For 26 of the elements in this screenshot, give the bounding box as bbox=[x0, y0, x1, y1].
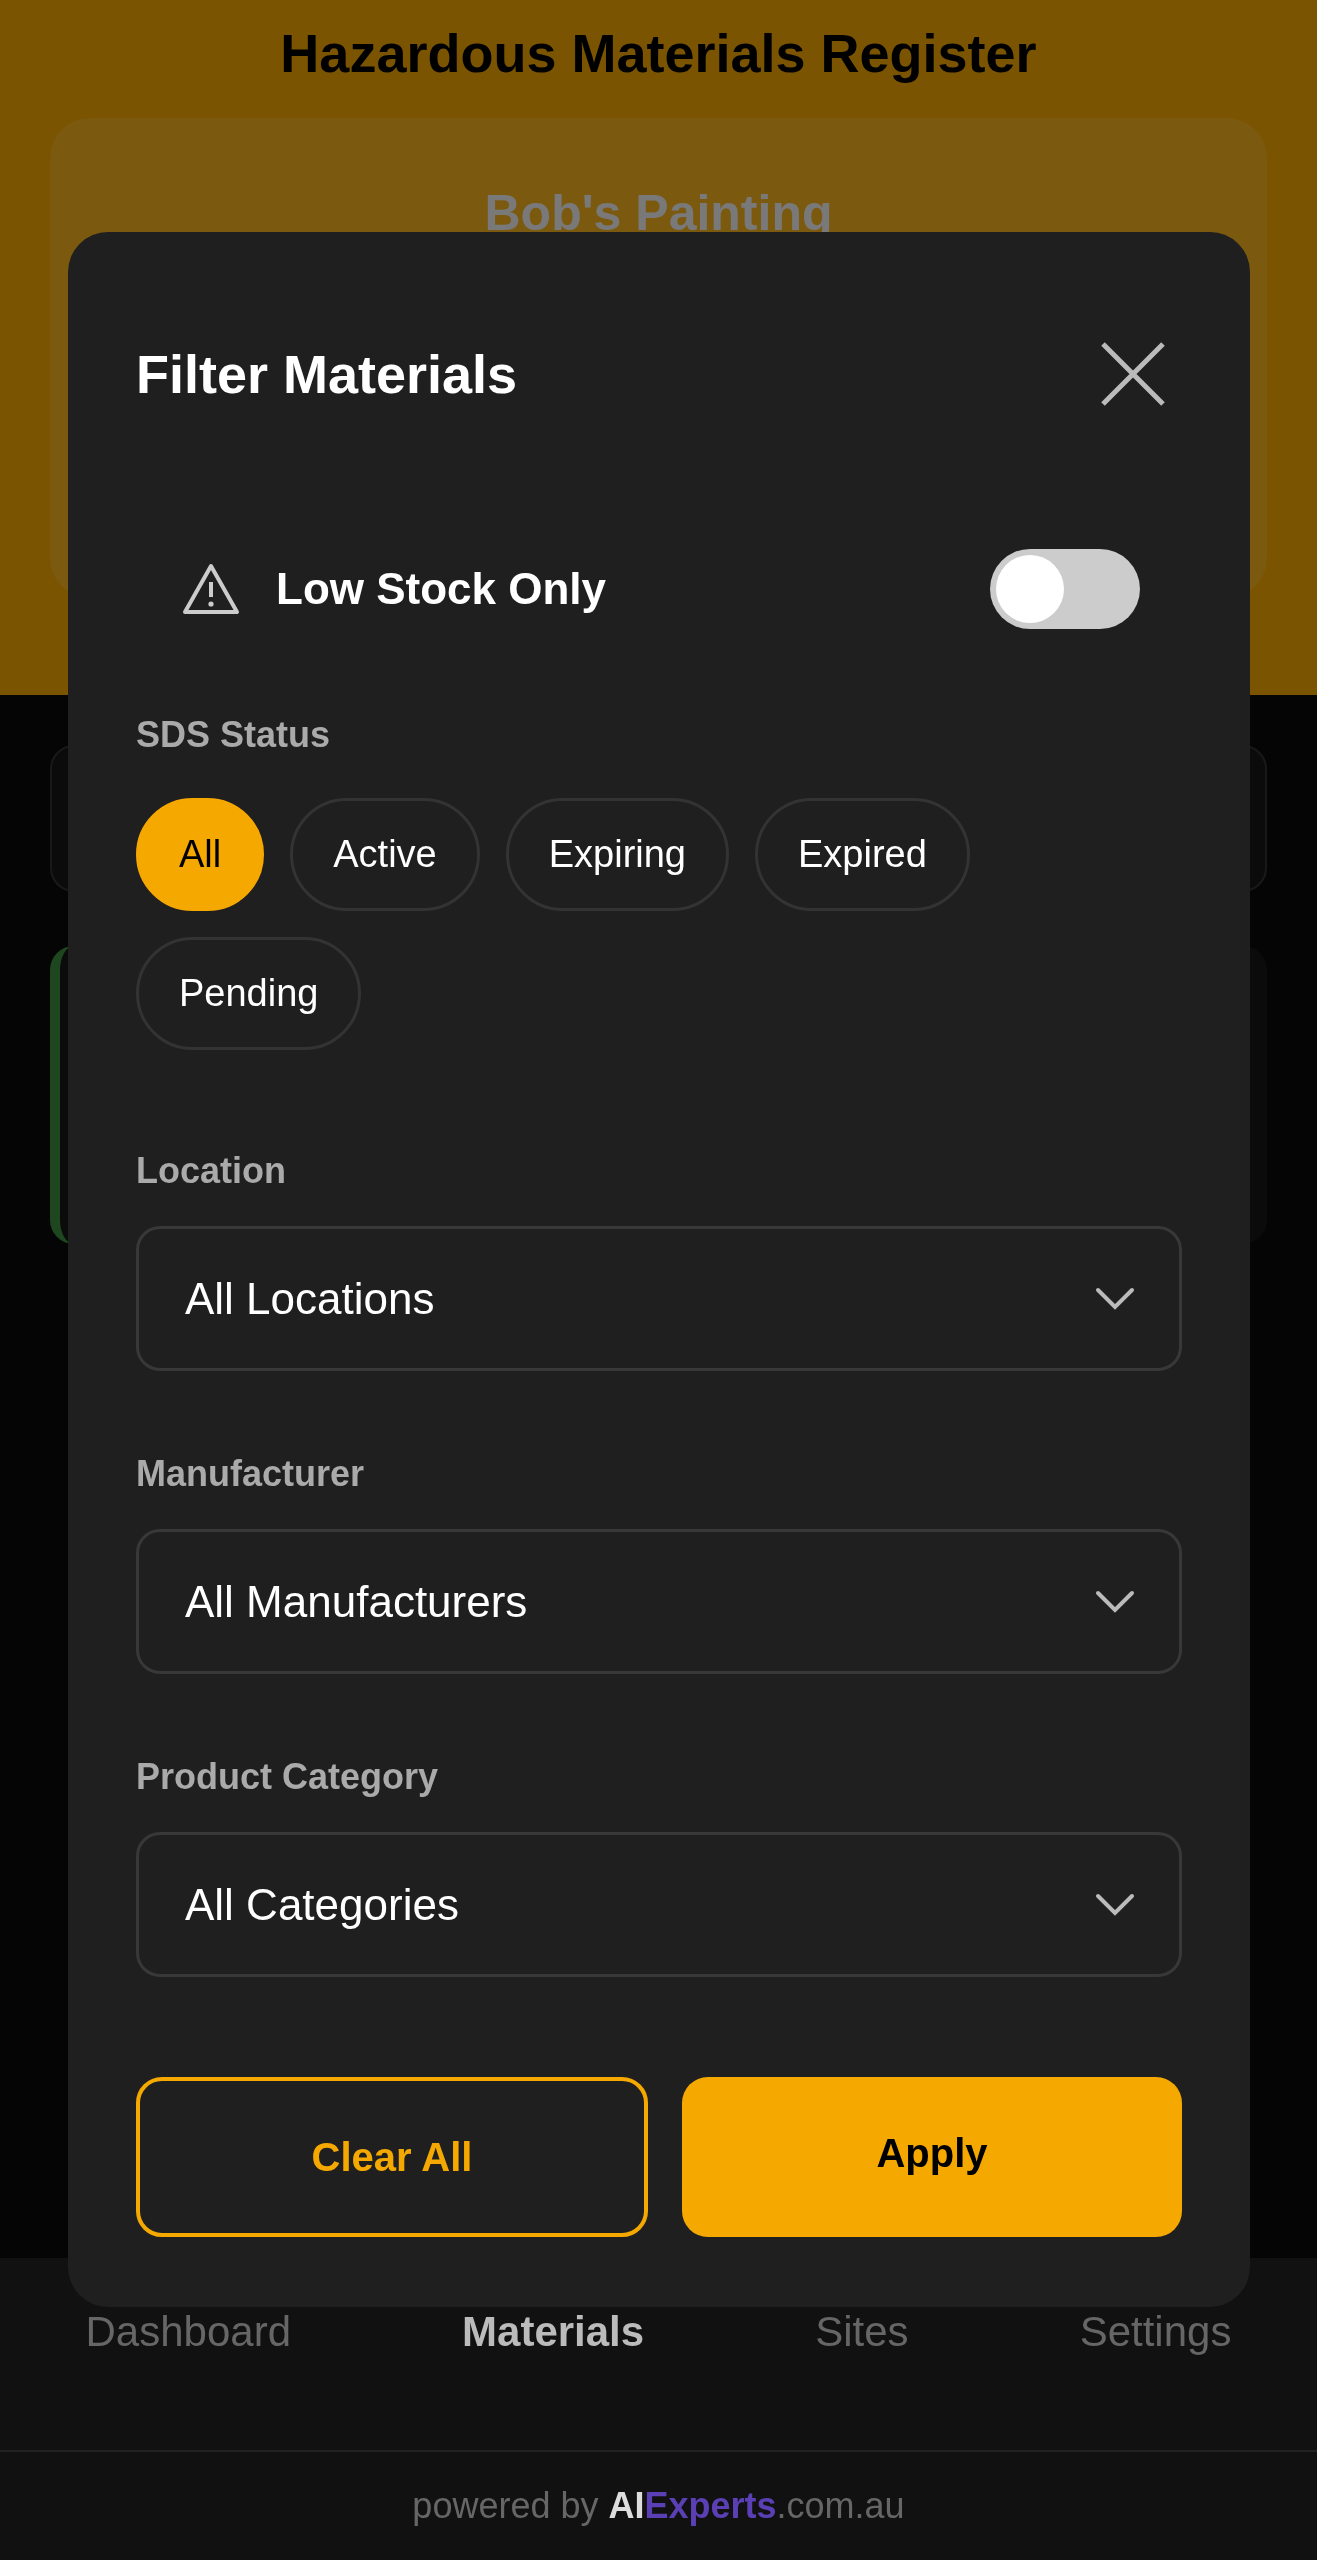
status-chip[interactable]: Pending bbox=[136, 937, 362, 1050]
status-chip[interactable]: Active bbox=[290, 798, 480, 911]
chevron-down-icon bbox=[1095, 1589, 1135, 1614]
status-chip[interactable]: Expired bbox=[755, 798, 970, 911]
field-label: Product Category bbox=[136, 1756, 440, 1798]
field-label: Manufacturer bbox=[136, 1453, 366, 1495]
nav-tab[interactable]: Materials bbox=[462, 2308, 645, 2356]
apply-button[interactable]: Apply bbox=[682, 2077, 1182, 2237]
warning-icon bbox=[182, 563, 240, 615]
app-title: Hazardous Materials Register bbox=[280, 22, 1037, 84]
low-stock-label: Low Stock Only bbox=[276, 564, 608, 614]
status-chip[interactable]: Expiring bbox=[505, 798, 729, 911]
clear-all-button[interactable]: Clear All bbox=[136, 2077, 648, 2237]
dialog-title: Filter Materials bbox=[136, 343, 518, 405]
close-icon bbox=[1100, 341, 1166, 407]
powered-by-credit: powered by AIExperts.com.au bbox=[412, 2485, 905, 2527]
chevron-down-icon bbox=[1095, 1286, 1135, 1311]
business-name: Bob's Painting bbox=[484, 184, 833, 240]
dropdown-field[interactable]: All Categories bbox=[136, 1832, 1182, 1977]
dropdown-field[interactable]: All Locations bbox=[136, 1226, 1182, 1371]
status-chip[interactable]: All bbox=[136, 798, 265, 911]
section-label: SDS Status bbox=[136, 714, 332, 756]
close-button[interactable] bbox=[1100, 341, 1166, 407]
dropdown-field[interactable]: All Manufacturers bbox=[136, 1529, 1182, 1674]
chevron-down-icon bbox=[1095, 1892, 1135, 1917]
field-label: Location bbox=[136, 1150, 287, 1192]
